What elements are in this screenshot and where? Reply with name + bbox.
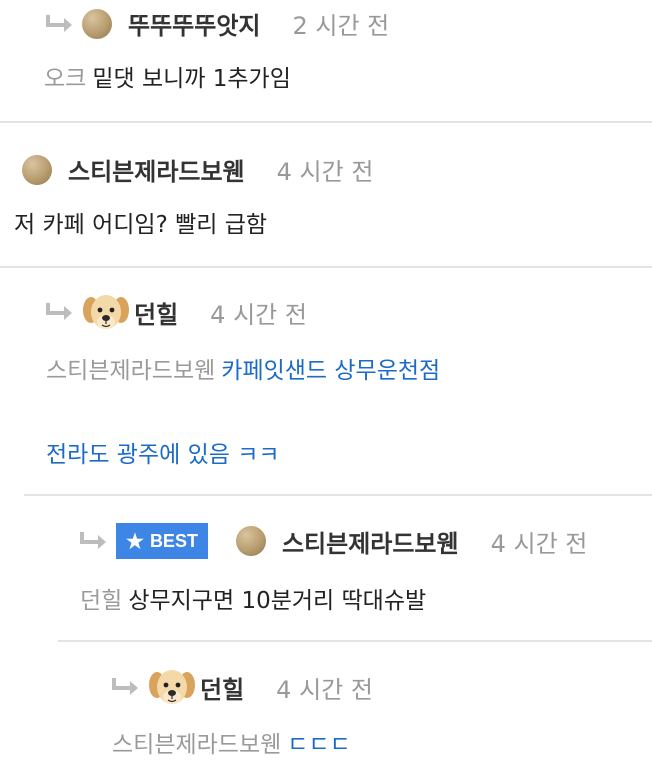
- reply-arrow-icon: [112, 678, 138, 695]
- comment-body: 스티븐제라드보웬 카페잇샌드 상무운천점: [46, 356, 440, 386]
- comment-body: 오크 밑댓 보니까 1추가임: [44, 64, 291, 94]
- comment-text: 밑댓 보니까 1추가임: [92, 66, 291, 92]
- avatar[interactable]: [22, 154, 52, 185]
- puppy-avatar[interactable]: [148, 663, 196, 711]
- mention[interactable]: 스티븐제라드보웬: [46, 358, 215, 384]
- comment-text: ㄷㄷㄷ: [287, 732, 351, 758]
- comment-header: 뚜뚜뚜뚜앗지 2 시간 전: [44, 6, 389, 41]
- timestamp: 2 시간 전: [292, 12, 390, 40]
- comment-header: 던힐 4 시간 전: [44, 288, 307, 336]
- comment-header: 던힐 4 시간 전: [110, 663, 373, 711]
- reply-arrow-icon: [46, 14, 72, 32]
- mention[interactable]: 던힐: [80, 588, 122, 614]
- reply-arrow-icon: [80, 532, 106, 549]
- timestamp: 4 시간 전: [490, 529, 588, 558]
- comment-text-line2: 전라도 광주에 있음 ㅋㅋ: [46, 442, 280, 468]
- mention[interactable]: 오크: [44, 66, 86, 92]
- best-label: BEST: [149, 530, 198, 551]
- best-badge: ★ BEST: [116, 523, 208, 559]
- puppy-avatar[interactable]: [82, 288, 130, 336]
- timestamp: 4 시간 전: [276, 158, 374, 186]
- author-name[interactable]: 던힐: [134, 295, 178, 330]
- author-name[interactable]: 뚜뚜뚜뚜앗지: [128, 6, 260, 41]
- divider: [0, 121, 652, 123]
- divider: [58, 640, 652, 642]
- divider: [24, 494, 652, 496]
- author-name[interactable]: 스티븐제라드보웬: [282, 524, 459, 559]
- timestamp: 4 시간 전: [276, 675, 373, 704]
- comment-text: 상무지구면 10분거리 딱대슈발: [128, 588, 427, 614]
- divider: [0, 266, 652, 268]
- mention[interactable]: 스티븐제라드보웬: [112, 732, 281, 758]
- comment-header: 스티븐제라드보웬 4 시간 전: [22, 152, 373, 187]
- reply-arrow-icon: [46, 303, 72, 320]
- star-icon: ★: [126, 530, 144, 553]
- avatar[interactable]: [82, 8, 112, 39]
- comment-text: 카페잇샌드 상무운천점: [221, 358, 441, 384]
- avatar[interactable]: [235, 526, 266, 556]
- comment-text: 저 카페 어디임? 빨리 급함: [14, 212, 268, 238]
- comment-header: ★ BEST 스티븐제라드보웬 4 시간 전: [78, 523, 587, 559]
- comment-body: 던힐 상무지구면 10분거리 딱대슈발: [80, 586, 426, 616]
- author-name[interactable]: 던힐: [200, 670, 244, 705]
- timestamp: 4 시간 전: [210, 300, 307, 329]
- comment-body: 스티븐제라드보웬 ㄷㄷㄷ: [112, 730, 351, 760]
- author-name[interactable]: 스티븐제라드보웬: [68, 152, 245, 187]
- comment-body: 저 카페 어디임? 빨리 급함: [14, 210, 267, 240]
